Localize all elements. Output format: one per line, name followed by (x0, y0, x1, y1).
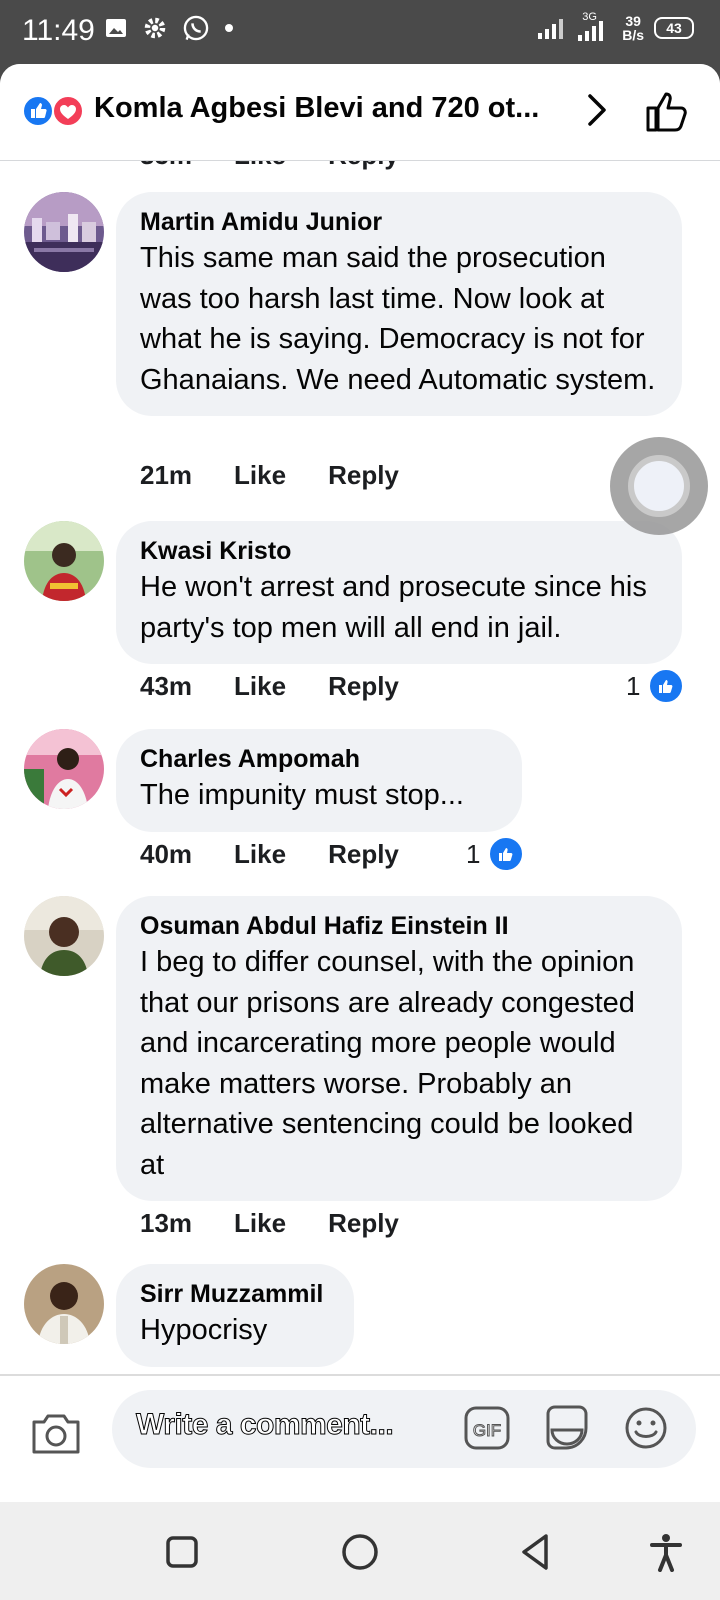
avatar[interactable] (24, 1264, 104, 1344)
floating-button-inner (628, 455, 690, 517)
love-reaction-icon (52, 95, 84, 127)
reaction-count[interactable]: 1 (466, 836, 525, 872)
avatar-image (24, 896, 104, 976)
comment-time: 13m (140, 1208, 193, 1238)
status-time: 11:49 (22, 14, 95, 47)
comment-author[interactable]: Osuman Abdul Hafiz Einstein II (140, 910, 658, 942)
battery-level: 43 (666, 20, 682, 36)
status-notification-icons (104, 14, 234, 42)
comment-input[interactable]: Write a comment... GIF (112, 1390, 696, 1468)
comment-bubble[interactable]: Charles Ampomah The impunity must stop..… (116, 729, 522, 832)
accessibility-icon[interactable] (646, 1532, 686, 1572)
whatsapp-icon (183, 15, 209, 41)
reply-button[interactable]: Reply (328, 1208, 399, 1239)
image-icon (106, 19, 126, 37)
like-button[interactable]: Like (234, 671, 286, 702)
comment-bubble[interactable]: Sirr Muzzammil Hypocrisy (116, 1264, 354, 1367)
comment-actions: 43m Like Reply (140, 671, 441, 702)
comment-actions: 13m Like Reply (140, 1208, 441, 1239)
like-button[interactable]: Like (234, 1208, 286, 1239)
dot-icon (225, 24, 233, 32)
like-reaction-icon (488, 836, 525, 872)
reply-button[interactable]: Reply (328, 839, 399, 870)
signal-3g: 3G (578, 11, 612, 41)
like-button[interactable]: Like (234, 839, 286, 870)
battery-icon: 43 (654, 17, 694, 39)
comment-author[interactable]: Kwasi Kristo (140, 535, 658, 567)
comment-time: 43m (140, 671, 193, 701)
signal-icon (538, 19, 564, 39)
avatar-image (24, 192, 104, 272)
reaction-count[interactable]: 1 (626, 668, 685, 704)
thumbs-up-outline-icon[interactable] (644, 88, 690, 134)
gif-icon[interactable]: GIF (464, 1406, 510, 1450)
comment-input-placeholder: Write a comment... (135, 1408, 394, 1442)
circle-icon[interactable] (340, 1532, 380, 1572)
emoji-icon[interactable] (624, 1406, 668, 1450)
status-bar: 11:49 3G 39 B/s 43 (0, 0, 720, 64)
reply-button[interactable]: Reply (328, 671, 399, 702)
like-reaction-icon (648, 668, 685, 704)
reaction-icons[interactable] (22, 94, 86, 128)
status-system-icons: 3G 39 B/s 43 (538, 11, 694, 42)
comment-text: This same man said the prosecution was t… (140, 242, 656, 396)
comment-time: 40m (140, 839, 193, 869)
network-speed: 39 B/s (622, 14, 644, 42)
gear-icon (144, 17, 166, 39)
avatar[interactable] (24, 729, 104, 809)
like-button[interactable]: Like (234, 460, 286, 491)
reactions-header: Komla Agbesi Blevi and 720 ot... (0, 64, 720, 161)
comment-text: The impunity must stop... (140, 779, 464, 811)
system-navigation-bar (0, 1502, 720, 1600)
avatar[interactable] (24, 896, 104, 976)
chevron-right-icon[interactable] (580, 90, 616, 130)
comment-bubble[interactable]: Kwasi Kristo He won't arrest and prosecu… (116, 521, 682, 664)
network-speed-value: 39 (625, 13, 641, 29)
sticker-icon[interactable] (544, 1404, 590, 1452)
comment-author[interactable]: Charles Ampomah (140, 743, 498, 775)
avatar[interactable] (24, 192, 104, 272)
comment-actions: 40m Like Reply (140, 839, 441, 870)
reaction-count-value: 1 (626, 670, 641, 701)
comments-sheet: Komla Agbesi Blevi and 720 ot... 35m Lik… (0, 64, 720, 1502)
floating-assistive-button[interactable] (610, 437, 708, 535)
comment-time: 21m (140, 460, 193, 490)
avatar-image (24, 1264, 104, 1344)
square-icon[interactable] (162, 1532, 202, 1572)
comment-actions: 21m Like Reply (140, 460, 441, 491)
camera-icon[interactable] (30, 1408, 82, 1456)
reactions-title[interactable]: Komla Agbesi Blevi and 720 ot... (94, 92, 554, 125)
avatar-image (24, 729, 104, 809)
comment-text: He won't arrest and prosecute since his … (140, 571, 647, 644)
comment-text: Hypocrisy (140, 1314, 268, 1346)
avatar[interactable] (24, 521, 104, 601)
like-reaction-icon (22, 95, 54, 127)
comment-bubble[interactable]: Osuman Abdul Hafiz Einstein II I beg to … (116, 896, 682, 1201)
network-speed-unit: B/s (622, 27, 644, 43)
comment-bubble[interactable]: Martin Amidu Junior This same man said t… (116, 192, 682, 416)
comment-composer: Write a comment... GIF (0, 1374, 720, 1504)
reply-button[interactable]: Reply (328, 460, 399, 491)
comment-text: I beg to differ counsel, with the opinio… (140, 946, 635, 1181)
reaction-count-value: 1 (466, 838, 481, 869)
signal-icon-2 (578, 21, 604, 41)
triangle-back-icon[interactable] (516, 1532, 556, 1572)
comment-author[interactable]: Martin Amidu Junior (140, 206, 658, 238)
comment-author[interactable]: Sirr Muzzammil (140, 1278, 330, 1310)
gif-label: GIF (473, 1421, 501, 1440)
avatar-image (24, 521, 104, 601)
